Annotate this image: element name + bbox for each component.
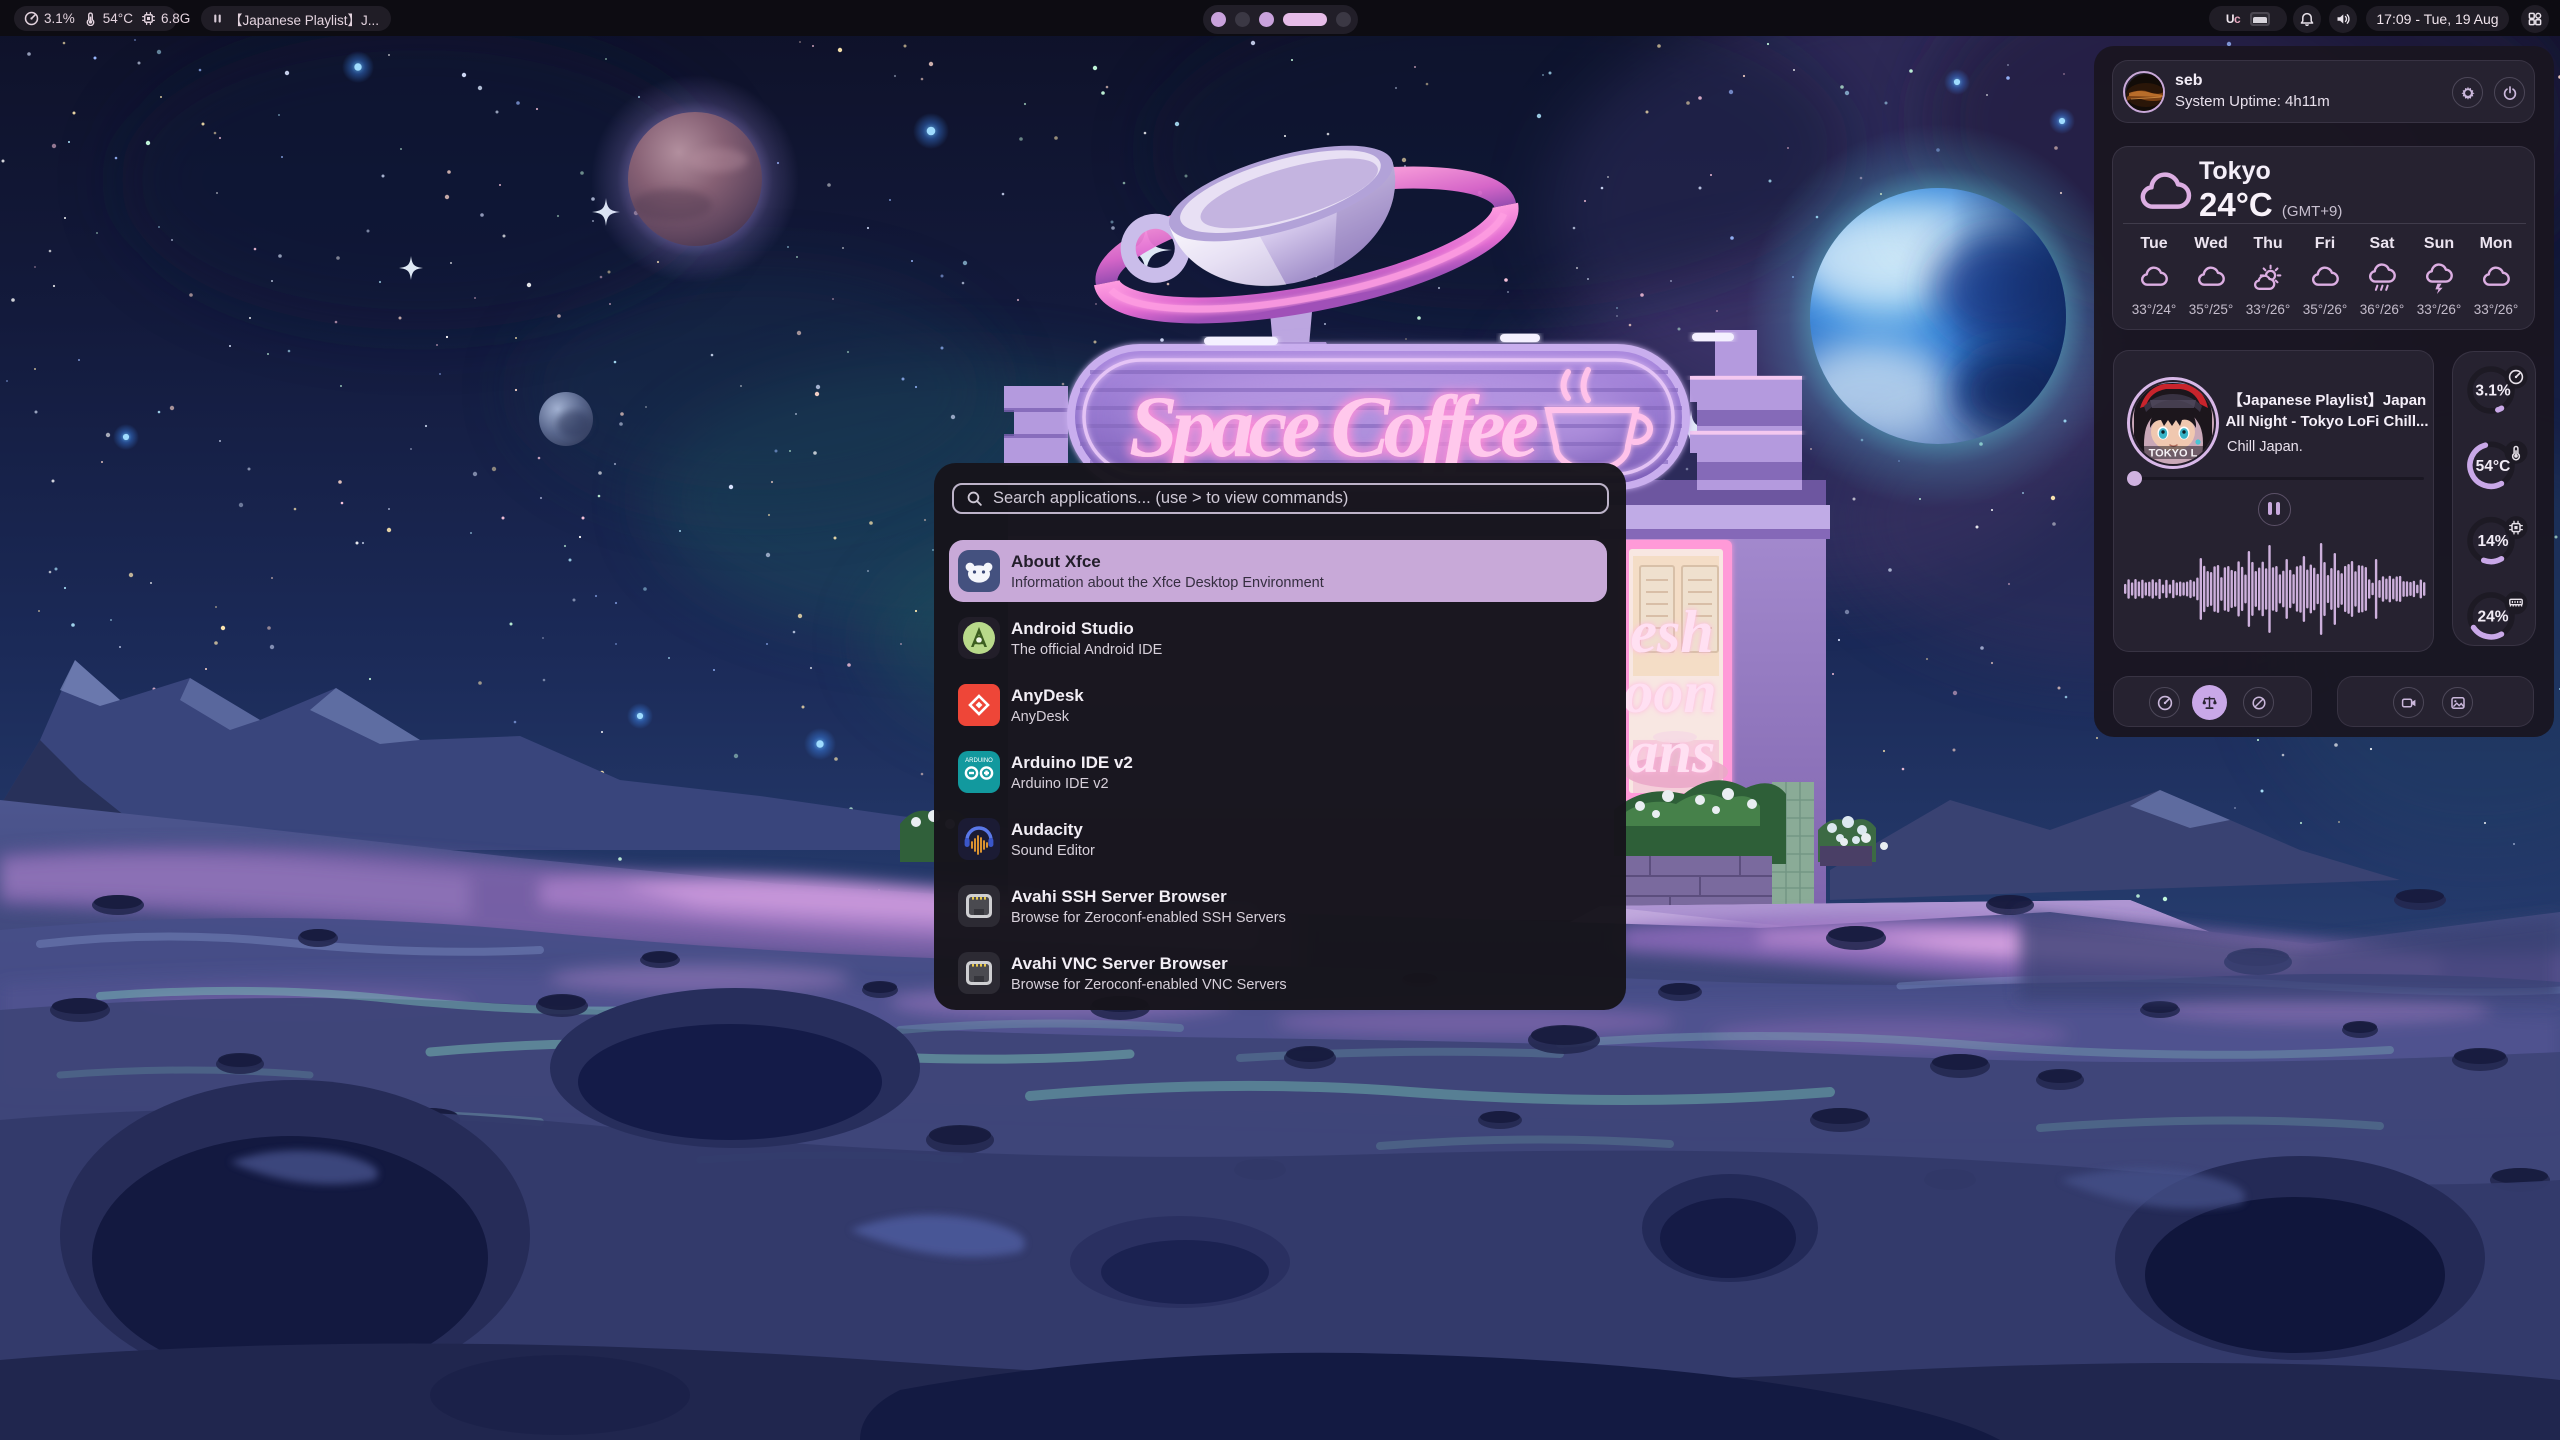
svg-text:esh: esh <box>1630 599 1713 665</box>
svg-text:ans: ans <box>1629 719 1716 785</box>
svg-text:oon: oon <box>1623 659 1716 725</box>
svg-text:Space Coffee: Space Coffee <box>1129 379 1539 476</box>
svg-text:24%: 24% <box>2477 608 2508 625</box>
svg-text:14%: 14% <box>2477 533 2508 550</box>
svg-text:3.1%: 3.1% <box>2475 383 2511 400</box>
svg-text:54°C: 54°C <box>2476 458 2511 475</box>
svg-text:ARDUINO: ARDUINO <box>965 758 993 764</box>
